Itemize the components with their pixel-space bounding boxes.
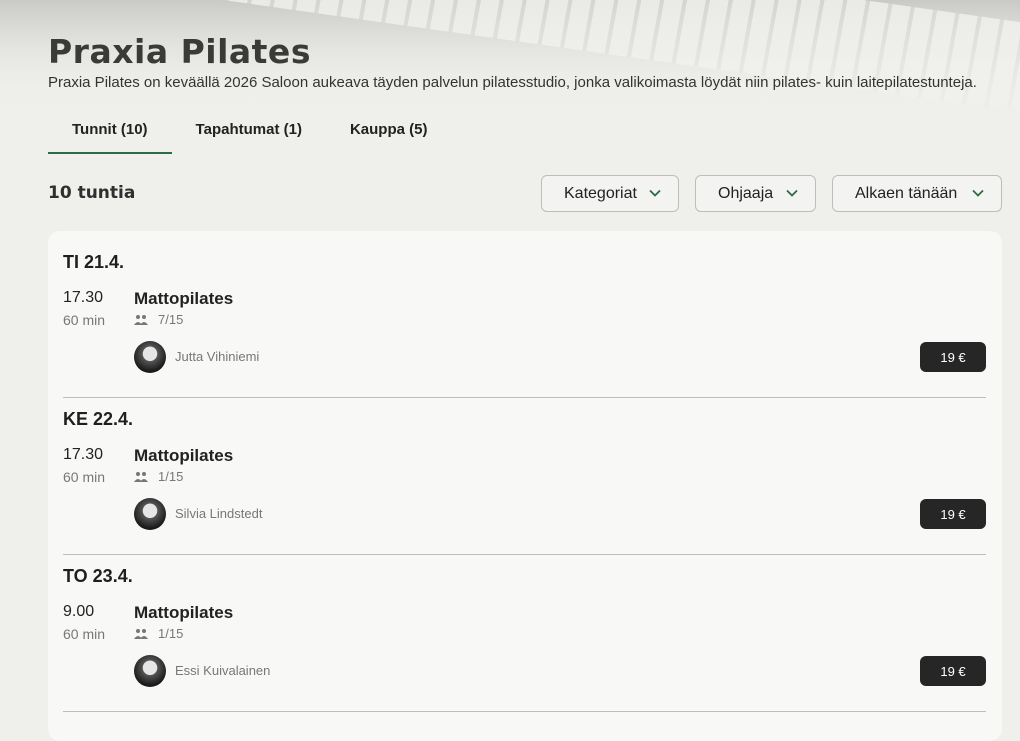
session-duration: 60 min [63,469,106,485]
tab-classes[interactable]: Tunnit (10) [48,114,172,154]
category-filter-label: Kategoriat [564,184,637,202]
people-icon [134,471,148,482]
price-button[interactable]: 19 € [920,499,986,529]
capacity-value: 1/15 [158,626,184,641]
class-count: 10 tuntia [48,183,136,203]
day-heading: TO 23.4. [63,566,133,586]
category-filter[interactable]: Kategoriat [541,175,679,212]
capacity: 7/15 [134,312,183,327]
session-duration: 60 min [63,626,106,642]
capacity-value: 7/15 [158,312,184,327]
class-name[interactable]: Mattopilates [134,289,233,309]
avatar [134,655,166,687]
capacity: 1/15 [134,626,183,641]
class-name[interactable]: Mattopilates [134,446,233,466]
instructor-filter[interactable]: Ohjaaja [695,175,816,212]
capacity-value: 1/15 [158,469,184,484]
chevron-down-icon [649,189,661,197]
page-title: Praxia Pilates [48,32,311,71]
schedule-list: TI 21.4. 17.30 60 min Mattopilates 7/15 … [48,231,1002,741]
session-time: 17.30 [63,289,104,306]
studio-description: Praxia Pilates on keväällä 2026 Saloon a… [48,74,977,91]
price-button[interactable]: 19 € [920,656,986,686]
day-heading: TI 21.4. [63,252,125,272]
day-heading: KE 22.4. [63,409,134,429]
instructor-name: Silvia Lindstedt [175,506,263,521]
tab-events[interactable]: Tapahtumat (1) [172,114,326,152]
avatar [134,498,166,530]
class-name[interactable]: Mattopilates [134,603,233,623]
session-duration: 60 min [63,312,106,328]
avatar [134,341,166,373]
start-date-filter-label: Alkaen tänään [855,184,958,202]
divider [63,711,986,712]
divider [63,397,986,398]
chevron-down-icon [972,189,984,197]
instructor-name: Jutta Vihiniemi [175,349,260,364]
chevron-down-icon [786,189,798,197]
instructor-name: Essi Kuivalainen [175,663,271,678]
divider [63,554,986,555]
tab-bar: Tunnit (10) Tapahtumat (1) Kauppa (5) [48,114,452,154]
session-time: 17.30 [63,446,104,463]
tab-shop[interactable]: Kauppa (5) [326,114,452,152]
people-icon [134,314,148,325]
price-button[interactable]: 19 € [920,342,986,372]
capacity: 1/15 [134,469,183,484]
people-icon [134,628,148,639]
instructor-filter-label: Ohjaaja [718,184,774,202]
session-time: 9.00 [63,603,95,620]
start-date-filter[interactable]: Alkaen tänään [832,175,1002,212]
